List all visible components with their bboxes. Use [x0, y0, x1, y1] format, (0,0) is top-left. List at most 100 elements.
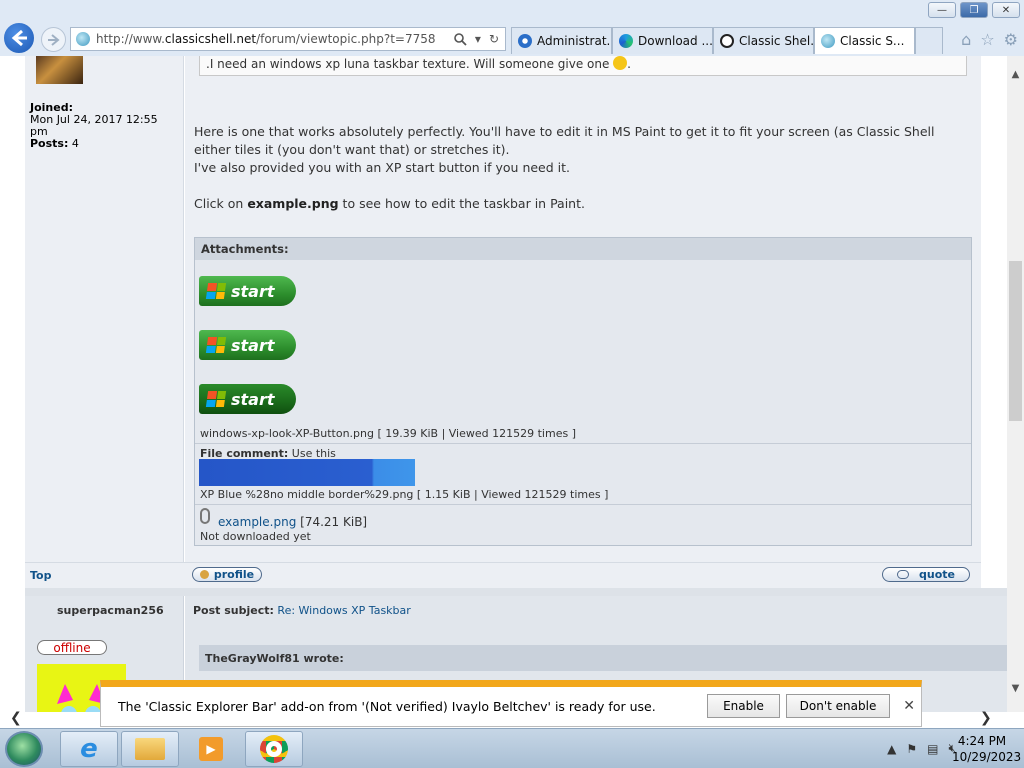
paperclip-icon — [200, 508, 210, 524]
scroll-left-icon[interactable]: ❮ — [10, 710, 22, 726]
attachments-header: Attachments: — [195, 238, 971, 260]
show-hidden-icons[interactable]: ▲ — [887, 742, 896, 756]
quote-button[interactable]: quote — [882, 567, 970, 582]
back-button[interactable] — [2, 21, 36, 55]
taskbar-explorer[interactable] — [121, 731, 179, 767]
quote-block: .I need an windows xp luna taskbar textu… — [199, 56, 967, 76]
tab-favicon-icon — [518, 34, 532, 48]
profile-icon — [199, 570, 209, 579]
subject-link[interactable]: Re: Windows XP Taskbar — [277, 604, 410, 617]
taskbar-texture-image[interactable] — [199, 459, 415, 486]
refresh-icon[interactable]: ↻ — [489, 32, 499, 46]
settings-gear-icon[interactable]: ⚙ — [1004, 30, 1018, 49]
avatar — [36, 56, 83, 84]
tab-classic-shell-1[interactable]: Classic Shel... — [713, 27, 814, 54]
forward-button[interactable] — [41, 27, 66, 52]
post-author-panel: Joined: Mon Jul 24, 2017 12:55 pm Posts:… — [25, 56, 184, 562]
url-text[interactable]: http://www.classicshell.net/forum/viewto… — [96, 32, 453, 46]
taskbar-ie[interactable]: e — [60, 731, 118, 767]
tab-label: Download ... — [638, 34, 713, 48]
taskbar-chrome[interactable] — [245, 731, 303, 767]
tab-strip: Administrat... Download ... Classic Shel… — [511, 27, 943, 54]
status-badge: offline — [37, 640, 107, 655]
url-prefix: http://www. — [96, 32, 165, 46]
chrome-icon — [260, 735, 288, 763]
edge-icon — [619, 34, 633, 48]
dont-enable-button[interactable]: Don't enable — [786, 694, 890, 718]
scroll-up-icon[interactable]: ▲ — [1007, 66, 1024, 83]
scroll-down-icon[interactable]: ▼ — [1007, 680, 1024, 697]
tab-download[interactable]: Download ... — [612, 27, 713, 54]
new-tab-button[interactable] — [915, 27, 943, 54]
attachment-download: example.png [74.21 KiB] — [218, 515, 367, 529]
attachment-meta: XP Blue %28no middle border%29.png [ 1.1… — [200, 488, 609, 501]
start-orb[interactable] — [5, 731, 43, 767]
home-icon[interactable]: ⌂ — [961, 30, 971, 49]
start-label: start — [231, 335, 275, 355]
start-button-image[interactable]: start — [199, 276, 296, 306]
arrow-left-icon — [11, 29, 27, 47]
quote-label: quote — [919, 568, 955, 581]
tab-label: Classic Shel... — [739, 34, 814, 48]
url-domain: classicshell.net — [164, 32, 257, 46]
joined-value: Mon Jul 24, 2017 12:55 pm — [30, 113, 158, 138]
attachment-size: [74.21 KiB] — [300, 515, 368, 529]
close-window-button[interactable]: ✕ — [992, 2, 1020, 18]
windows-flag-icon — [205, 283, 227, 299]
close-notification-icon[interactable]: ✕ — [903, 698, 915, 714]
tab-administrator[interactable]: Administrat... — [511, 27, 612, 54]
url-path: /forum/viewtopic.php?t=7758 — [256, 32, 436, 46]
start-label: start — [231, 281, 275, 301]
profile-label: profile — [213, 568, 255, 581]
scroll-thumb[interactable] — [1009, 261, 1022, 421]
page-viewport: Joined: Mon Jul 24, 2017 12:55 pm Posts:… — [0, 56, 1007, 712]
post-paragraph: I've also provided you with an XP start … — [194, 160, 571, 175]
posts-label: Posts: — [30, 137, 69, 150]
taskbar: e ▶ ▲ ⚑ ▤ 🔇︎ 4:24 PM 10/29/2023 — [0, 728, 1024, 768]
clock[interactable]: 4:24 PM 10/29/2023 — [952, 733, 1021, 765]
media-player-icon: ▶ — [199, 737, 223, 761]
clock-time: 4:24 PM — [957, 734, 1007, 748]
top-link[interactable]: Top — [30, 569, 51, 582]
enable-button[interactable]: Enable — [707, 694, 780, 718]
shell-icon — [720, 34, 734, 48]
folder-icon — [135, 738, 165, 760]
start-button-image[interactable]: start — [199, 384, 296, 414]
taskbar-media-player[interactable]: ▶ — [182, 731, 240, 767]
divider — [195, 504, 971, 505]
restore-button[interactable]: ❐ — [960, 2, 988, 18]
profile-button[interactable]: profile — [192, 567, 262, 582]
username[interactable]: superpacman256 — [57, 604, 164, 617]
windows-flag-icon — [205, 337, 227, 353]
attachment-meta: windows-xp-look-XP-Button.png [ 19.39 Ki… — [200, 427, 576, 440]
tab-label: Classic S... — [840, 34, 905, 48]
author-stats: Joined: Mon Jul 24, 2017 12:55 pm Posts:… — [30, 102, 183, 150]
tab-classic-shell-active[interactable]: Classic S... ✕ — [814, 27, 915, 54]
addon-notification-bar: The 'Classic Explorer Bar' add-on from '… — [100, 680, 922, 727]
minimize-button[interactable]: — — [928, 2, 956, 18]
post-subject: Post subject: Re: Windows XP Taskbar — [193, 604, 411, 617]
dropdown-icon[interactable]: ▾ — [475, 32, 481, 46]
post-text: Here is one that works absolutely perfec… — [194, 123, 974, 213]
start-button-image[interactable]: start — [199, 330, 296, 360]
scroll-right-icon[interactable]: ❯ — [980, 710, 992, 726]
internet-explorer-icon: e — [80, 734, 98, 764]
post-paragraph: Here is one that works absolutely perfec… — [194, 124, 935, 157]
text: Click on — [194, 196, 248, 211]
network-icon[interactable]: ▤ — [927, 742, 938, 756]
bold-filename: example.png — [247, 196, 339, 211]
action-center-icon[interactable]: ⚑ — [906, 742, 917, 756]
search-icon[interactable] — [453, 32, 467, 46]
tab-label: Administrat... — [537, 34, 612, 48]
favorites-star-icon[interactable]: ☆ — [980, 30, 994, 49]
quote-end: . — [627, 57, 631, 71]
quote-icon — [897, 570, 909, 579]
post-footer: Top profile quote — [25, 562, 981, 588]
notification-message: The 'Classic Explorer Bar' add-on from '… — [118, 699, 656, 714]
example-png-link[interactable]: example.png — [218, 515, 296, 529]
smiley-icon — [613, 56, 628, 70]
post-divider — [25, 588, 1007, 596]
address-bar[interactable]: http://www.classicshell.net/forum/viewto… — [70, 27, 506, 51]
vertical-scrollbar[interactable]: ▲ ▼ — [1007, 56, 1024, 712]
attachments-box: Attachments: start start start windows-x… — [194, 237, 972, 546]
